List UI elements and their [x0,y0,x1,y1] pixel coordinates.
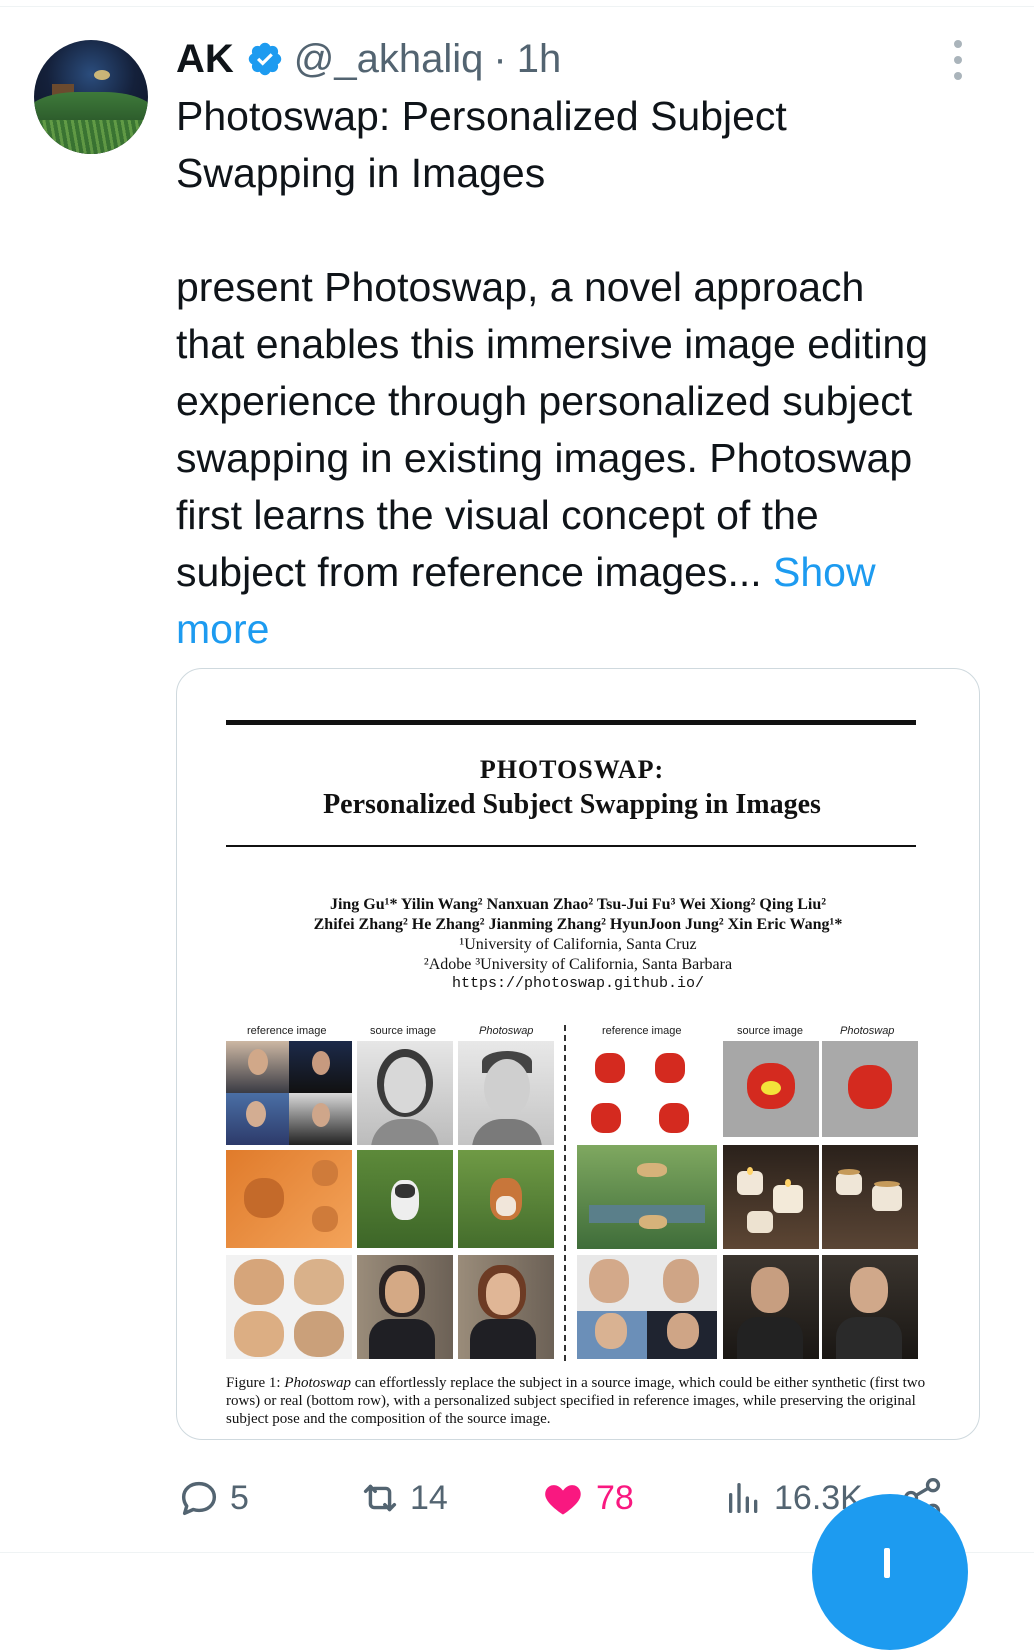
col-label-source-left: source image [370,1025,437,1037]
col-label-reference-left: reference image [247,1025,327,1037]
like-button[interactable]: 78 [540,1470,634,1526]
figure-image-source-man [723,1255,819,1359]
figure-image-reference-corgis [226,1150,352,1248]
compose-button[interactable] [812,1494,968,1650]
affil-line2: ²Adobe ³University of California, Santa … [423,956,733,973]
figure-divider [564,1025,566,1361]
reply-icon [176,1475,222,1521]
figure-image-photoswap-candles [822,1145,918,1249]
figure-image-reference-men [577,1255,717,1359]
paper-affiliations: ¹University of California, Santa Cruz ²A… [177,935,979,975]
views-icon [724,1476,764,1520]
affil-line1: ¹University of California, Santa Cruz [459,936,697,953]
figure-image-source-woman-real [357,1255,453,1359]
authors-line1: Jing Gu¹* Yilin Wang² Nanxuan Zhao² Tsu-… [329,896,827,913]
paper-caption: Figure 1: Photoswap can effortlessly rep… [226,1374,926,1428]
author-name[interactable]: AK [176,37,234,82]
tweet-header: AK @_akhaliq · 1h [176,34,561,84]
paper-title-line1: PHOTOSWAP: [479,755,665,784]
figure-image-source-devil [723,1041,819,1137]
figure-image-photoswap-corgi [458,1150,554,1248]
retweet-count: 14 [410,1478,448,1517]
col-label-photoswap-right: Photoswap [840,1025,895,1037]
figure-image-source-candles [723,1145,819,1249]
col-label-photoswap-left: Photoswap [479,1025,534,1037]
figure-image-photoswap-devil [822,1041,918,1137]
avatar-moon [94,70,110,80]
figure-image-reference-people [226,1041,352,1145]
paper-top-rule [226,720,916,725]
avatar-grass [34,120,148,154]
top-divider [0,6,1034,7]
more-options-icon[interactable] [950,40,966,80]
figure-image-photoswap-man-real [822,1255,918,1359]
tweet-body: Photoswap: Personalized Subject Swapping… [176,93,929,595]
reply-button[interactable]: 5 [176,1470,249,1526]
author-avatar[interactable] [34,40,148,154]
figure-image-reference-women [226,1255,352,1359]
like-count: 78 [596,1478,634,1517]
retweet-icon [356,1475,404,1521]
more-dot [954,40,962,48]
tweet-text: Photoswap: Personalized Subject Swapping… [176,88,996,658]
compose-plus-icon [884,1548,890,1578]
like-icon [540,1476,586,1520]
verified-badge-icon [246,40,284,78]
figure-image-source-woman [357,1041,453,1145]
paper-screenshot: PHOTOSWAP: Personalized Subject Swapping… [177,669,979,1439]
paper-authors: Jing Gu¹* Yilin Wang² Nanxuan Zhao² Tsu-… [177,895,979,935]
col-label-source-right: source image [737,1025,804,1037]
tweet-media-card[interactable]: PHOTOSWAP: Personalized Subject Swapping… [176,668,980,1440]
paper-title-line2: Personalized Subject Swapping in Images [323,789,821,820]
col-label-reference-right: reference image [602,1025,682,1037]
header-separator: · [493,36,507,81]
more-dot [954,72,962,80]
figure-image-photoswap-man [458,1041,554,1145]
tweet-time[interactable]: 1h [517,37,562,82]
caption-prefix: Figure 1: [226,1375,285,1391]
author-handle[interactable]: @_akhaliq [294,37,484,82]
paper-bottom-rule [226,845,916,847]
more-dot [954,56,962,64]
paper-url: https://photoswap.github.io/ [451,975,705,992]
figure-image-reference-candles [577,1145,717,1249]
figure-image-photoswap-woman [458,1255,554,1359]
caption-italic: Photoswap [284,1375,352,1391]
figure-image-reference-devils [577,1041,717,1145]
figure-image-source-cat [357,1150,453,1248]
retweet-button[interactable]: 14 [356,1470,448,1526]
reply-count: 5 [230,1478,249,1517]
authors-line2: Zhifei Zhang² He Zhang² Jianming Zhang² … [313,916,843,933]
